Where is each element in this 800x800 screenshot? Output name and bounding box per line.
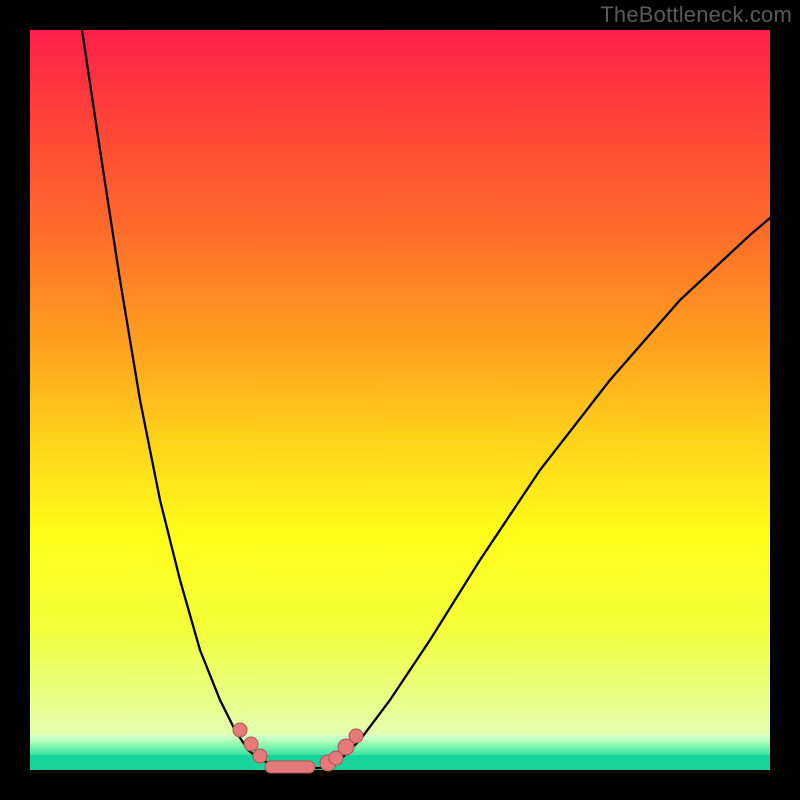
- data-marker: [233, 723, 247, 737]
- data-marker: [349, 729, 363, 743]
- bottleneck-curve: [82, 30, 770, 768]
- outer-frame: TheBottleneck.com: [0, 0, 800, 800]
- watermark-text: TheBottleneck.com: [600, 2, 792, 28]
- data-marker: [253, 749, 267, 763]
- data-marker: [265, 761, 315, 773]
- curve-layer: [30, 30, 770, 770]
- data-marker: [244, 737, 258, 751]
- marker-group: [233, 723, 363, 773]
- plot-area: [30, 30, 770, 770]
